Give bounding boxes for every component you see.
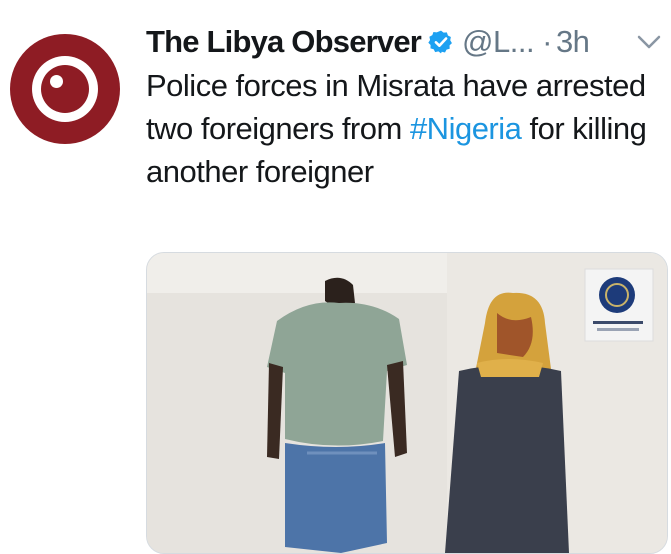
tweet-media[interactable] — [146, 252, 668, 554]
police-emblem — [584, 268, 654, 342]
media-photo — [147, 253, 667, 553]
header-separator: · — [542, 24, 552, 59]
hashtag-link[interactable]: #Nigeria — [410, 111, 522, 146]
chevron-down-icon[interactable] — [635, 32, 663, 52]
author-avatar[interactable] — [10, 34, 120, 144]
author-name[interactable]: The Libya Observer — [146, 24, 422, 60]
tweet-timestamp[interactable]: 3h — [556, 24, 590, 60]
author-handle[interactable]: @L... — [462, 24, 535, 60]
tweet-header: The Libya Observer @L... · 3h — [146, 20, 590, 64]
verified-badge-icon — [428, 30, 452, 54]
tweet-text: Police forces in Misrata have arrested t… — [146, 64, 656, 193]
